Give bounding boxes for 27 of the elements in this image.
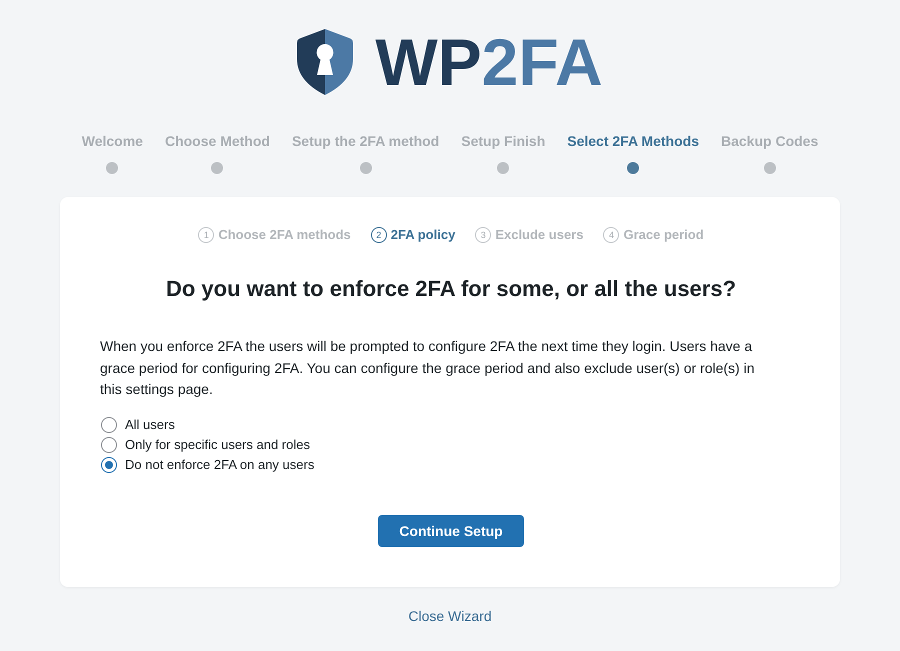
step-number: 2 (370, 227, 387, 243)
substep-label: Grace period (623, 226, 704, 244)
substep-label: Choose 2FA methods (218, 226, 351, 244)
logo-wordmark: WP2FA (375, 28, 603, 96)
step-dot-icon (627, 162, 640, 174)
shield-keyhole-icon (297, 29, 354, 95)
substep-label: 2FA policy (390, 226, 456, 244)
step-number: 3 (475, 227, 492, 243)
radio-button[interactable] (101, 456, 117, 472)
question-heading: Do you want to enforce 2FA for some, or all the users? (164, 275, 738, 303)
step-dot-icon (360, 162, 372, 174)
step-number: 1 (198, 227, 214, 243)
radio-button[interactable] (101, 436, 117, 452)
substep-label: Exclude users (495, 226, 584, 244)
description-text: When you enforce 2FA the users will be prompted to configure 2FA the next time they login. Users have a grace period for configuring 2FA. You can configure the grace period and also exclude user(s) or role(s) in this settings page. (100, 337, 756, 399)
step-number: 4 (603, 227, 620, 243)
radio-button[interactable] (101, 416, 117, 432)
step-dot-icon (764, 162, 776, 174)
step-dot-icon (211, 162, 224, 174)
wizard-step[interactable]: Select 2FA Methods (567, 132, 699, 150)
close-wizard-link[interactable]: Close Wizard (408, 606, 492, 624)
continue-button[interactable]: Continue Setup (378, 514, 524, 546)
step-dot-icon (106, 162, 118, 174)
radio-label[interactable]: Only for specific users and roles (125, 436, 310, 454)
radio-label[interactable]: All users (125, 416, 175, 434)
step-dot-icon (497, 162, 510, 174)
radio-label[interactable]: Do not enforce 2FA on any users (125, 456, 314, 474)
